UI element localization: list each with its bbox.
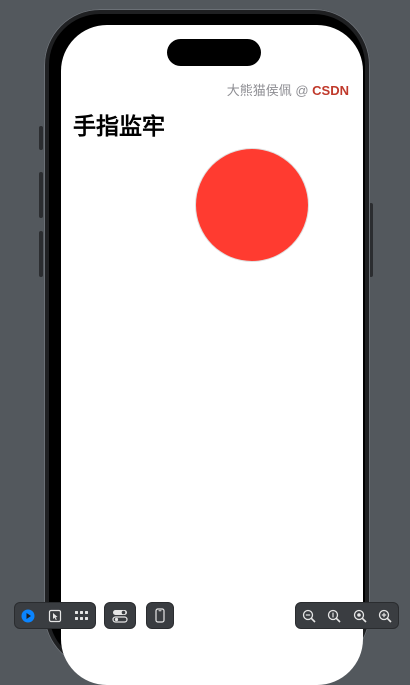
device-screen: 大熊猫侯佩 @ CSDN 手指监牢 bbox=[61, 25, 363, 685]
live-preview-icon bbox=[21, 609, 35, 622]
settings-toggle-icon bbox=[112, 609, 128, 623]
live-preview-button[interactable] bbox=[19, 607, 37, 625]
device-phone-icon bbox=[155, 608, 165, 623]
zoom-in-button[interactable] bbox=[376, 607, 394, 625]
zoom-out-button[interactable] bbox=[300, 607, 318, 625]
draggable-circle[interactable] bbox=[196, 149, 308, 261]
zoom-out-icon bbox=[302, 609, 316, 623]
zoom-toolbar bbox=[295, 602, 399, 629]
selectable-cursor-icon bbox=[48, 609, 62, 622]
dynamic-island bbox=[167, 39, 261, 66]
volume-up-button bbox=[39, 172, 43, 218]
watermark-author: 大熊猫侯佩 @ bbox=[226, 83, 313, 98]
zoom-to-fit-icon bbox=[353, 609, 367, 623]
device-frame: 大熊猫侯佩 @ CSDN 手指监牢 bbox=[44, 9, 370, 685]
variants-button[interactable] bbox=[73, 607, 91, 625]
preview-mode-toolbar bbox=[14, 602, 96, 629]
variants-grid-icon bbox=[74, 610, 88, 620]
zoom-in-icon bbox=[379, 609, 392, 623]
zoom-fit-button[interactable] bbox=[351, 607, 369, 625]
settings-toolbar bbox=[104, 602, 136, 629]
device-toolbar bbox=[146, 602, 174, 629]
page-title: 手指监牢 bbox=[73, 114, 165, 140]
watermark: 大熊猫侯佩 @ CSDN bbox=[227, 80, 349, 99]
volume-down-button bbox=[39, 231, 43, 277]
zoom-to-100-icon bbox=[328, 609, 341, 623]
device-settings-button[interactable] bbox=[151, 607, 169, 625]
watermark-brand: CSDN bbox=[312, 83, 349, 98]
action-button bbox=[39, 126, 43, 150]
selectable-button[interactable] bbox=[46, 607, 64, 625]
zoom-100-button[interactable] bbox=[325, 607, 343, 625]
canvas-settings-button[interactable] bbox=[111, 607, 129, 625]
device-bezel: 大熊猫侯佩 @ CSDN 手指监牢 bbox=[49, 14, 365, 685]
